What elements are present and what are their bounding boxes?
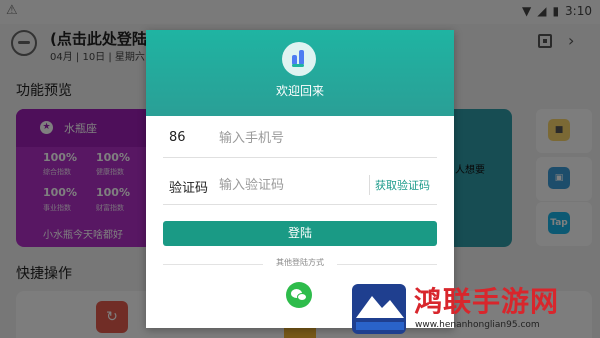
watermark-title: 鸿联手游网 [414,285,560,318]
watermark-logo [350,278,408,336]
code-row: 验证码 获取验证码 [163,165,437,205]
code-label: 验证码 [169,181,209,196]
app-logo-icon [282,42,316,76]
other-login-label: 其他登陆方式 [276,258,324,267]
get-code-button[interactable]: 获取验证码 [375,177,430,193]
wechat-icon[interactable] [286,282,312,308]
phone-row: 86 [163,118,437,158]
dialog-header: 欢迎回来 [146,30,454,116]
welcome-title: 欢迎回来 [275,84,324,98]
country-code[interactable]: 86 [169,130,186,145]
code-input[interactable] [219,174,359,196]
phone-input[interactable] [219,127,419,149]
watermark-url: www.henanhonglian95.com [415,320,540,330]
login-button[interactable]: 登陆 [163,221,437,246]
divider [369,175,370,195]
